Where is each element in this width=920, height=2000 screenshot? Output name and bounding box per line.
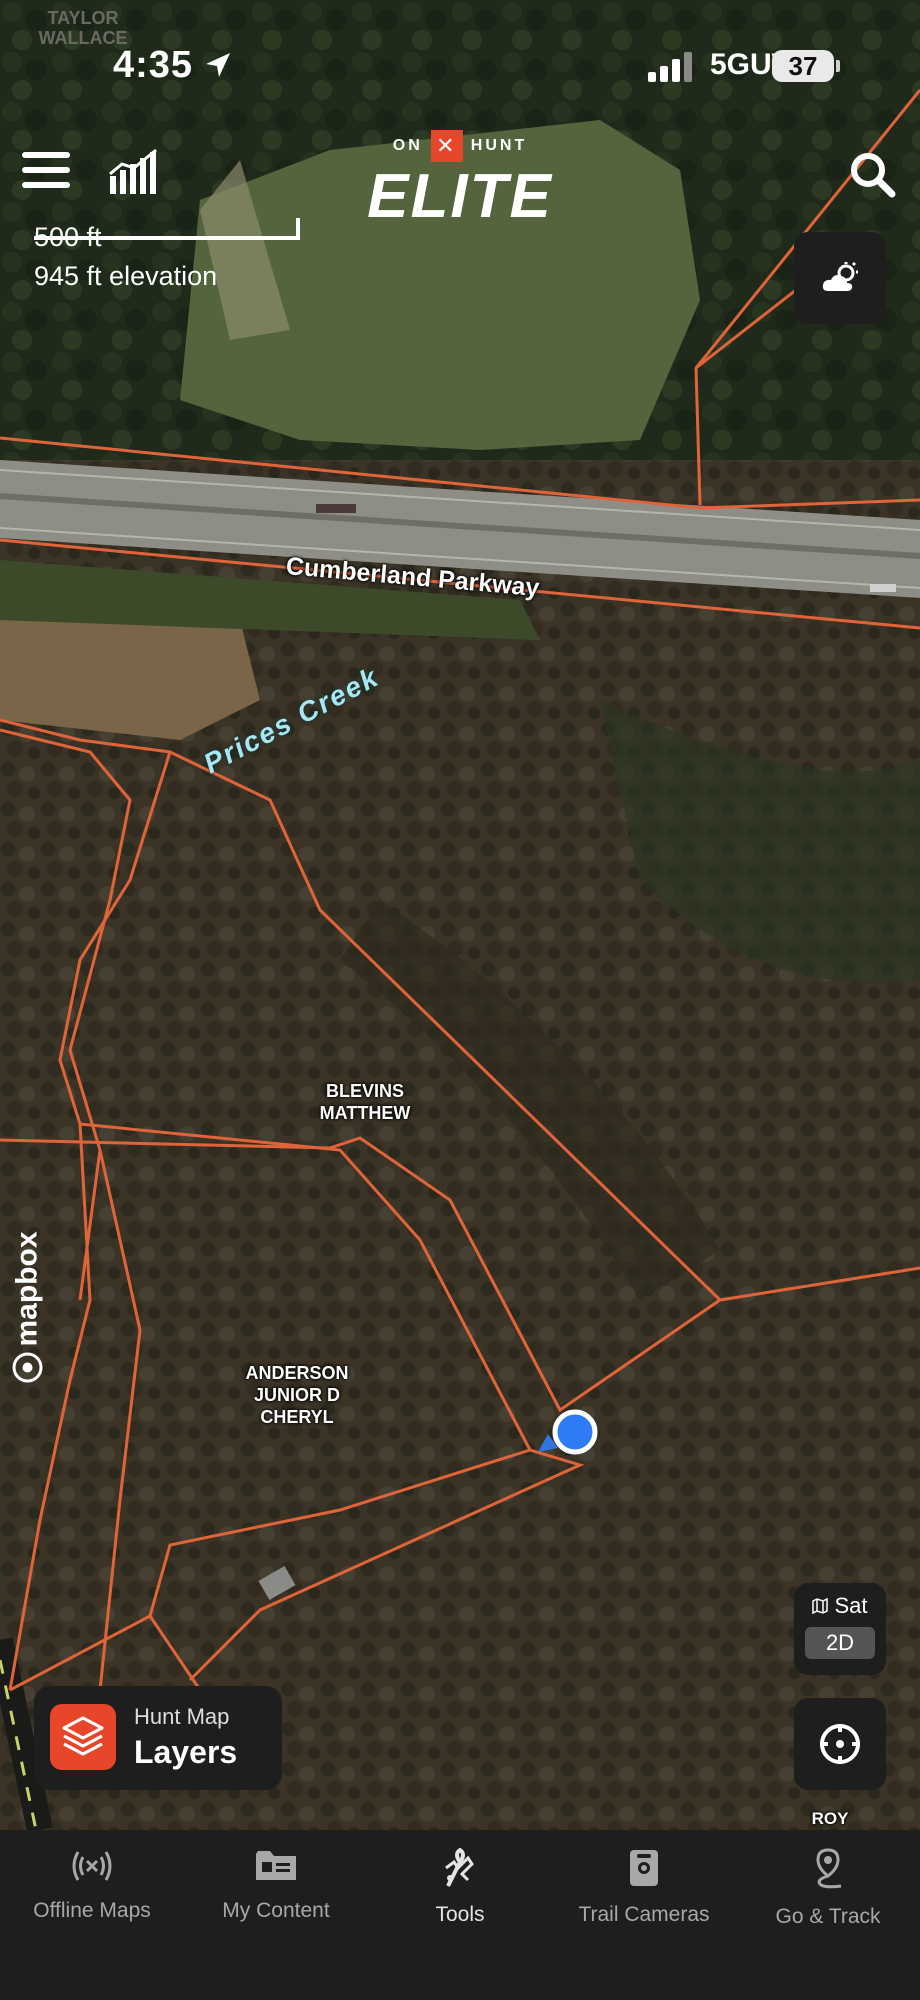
- layers-title: Layers: [134, 1734, 238, 1770]
- battery-indicator: 37: [772, 50, 834, 82]
- tab-trail-cameras[interactable]: Trail Cameras: [552, 1830, 736, 1950]
- tab-label: Trail Cameras: [578, 1903, 710, 1926]
- layers-subtitle: Hunt Map: [134, 1704, 230, 1729]
- battery-tip: [836, 60, 840, 72]
- mapbox-text: mapbox: [10, 1231, 44, 1347]
- tab-label: Tools: [435, 1903, 485, 1926]
- parcel-owner-label[interactable]: ANDERSON JUNIOR D CHERYL: [222, 1362, 372, 1428]
- offline-signal-icon: [72, 1851, 112, 1881]
- elevation-readout: 945 ft elevation: [34, 261, 218, 291]
- scale-distance: 500 ft: [34, 218, 300, 253]
- map-scale: 500 ft 945 ft elevation: [34, 218, 300, 292]
- brand-on: ON: [392, 137, 423, 154]
- tab-label: Go & Track: [775, 1905, 881, 1928]
- tab-label: My Content: [222, 1899, 330, 1922]
- weather-button[interactable]: [794, 232, 886, 324]
- map-dimension-toggle[interactable]: 2D: [805, 1627, 875, 1659]
- status-time: 4:35: [113, 44, 194, 86]
- folder-icon: [256, 1851, 296, 1880]
- hamburger-menu-icon[interactable]: [22, 152, 70, 196]
- map-fold-icon: [812, 1598, 829, 1614]
- hunting-stats-icon[interactable]: [108, 148, 160, 196]
- map-style-button[interactable]: Sat 2D: [794, 1583, 886, 1675]
- cellular-signal-icon: [648, 52, 692, 82]
- brand-x-mark: ✕: [430, 130, 463, 162]
- parcel-owner-label[interactable]: BLEVINS MATTHEW: [300, 1080, 430, 1124]
- tab-tools[interactable]: Tools: [368, 1830, 552, 1950]
- tab-offline-maps[interactable]: Offline Maps: [0, 1830, 184, 1950]
- mapbox-attribution[interactable]: mapbox: [10, 1231, 45, 1383]
- tab-go-track[interactable]: Go & Track: [736, 1830, 920, 1950]
- crosshair-compass-icon: [820, 1724, 860, 1764]
- weather-cloud-sun-icon: [822, 261, 858, 291]
- search-icon[interactable]: [848, 150, 898, 200]
- parcel-owner-label[interactable]: ROY: [790, 1808, 870, 1830]
- recenter-location-button[interactable]: [794, 1698, 886, 1790]
- map-style-label: Sat: [834, 1593, 868, 1618]
- trail-camera-icon: [630, 1850, 658, 1886]
- brand-elite: ELITE: [367, 162, 553, 231]
- tab-my-content[interactable]: My Content: [184, 1830, 368, 1950]
- brand-hunt: HUNT: [470, 137, 528, 154]
- mapbox-logo-icon: [12, 1352, 43, 1383]
- bottom-tab-bar: Offline Maps My Content Tools Trail Came…: [0, 1830, 920, 2000]
- onx-elite-logo: ON ✕ HUNT ELITE: [355, 130, 565, 228]
- tools-icon: [445, 1847, 474, 1887]
- status-bar: 4:35 5GUW 37: [0, 0, 920, 120]
- tab-label: Offline Maps: [33, 1899, 151, 1922]
- layers-stack-icon: [50, 1704, 116, 1770]
- layers-button[interactable]: Hunt Map Layers: [34, 1686, 282, 1790]
- location-arrow-icon: [206, 53, 230, 77]
- scale-bar: [34, 218, 300, 240]
- location-track-icon: [816, 1848, 842, 1889]
